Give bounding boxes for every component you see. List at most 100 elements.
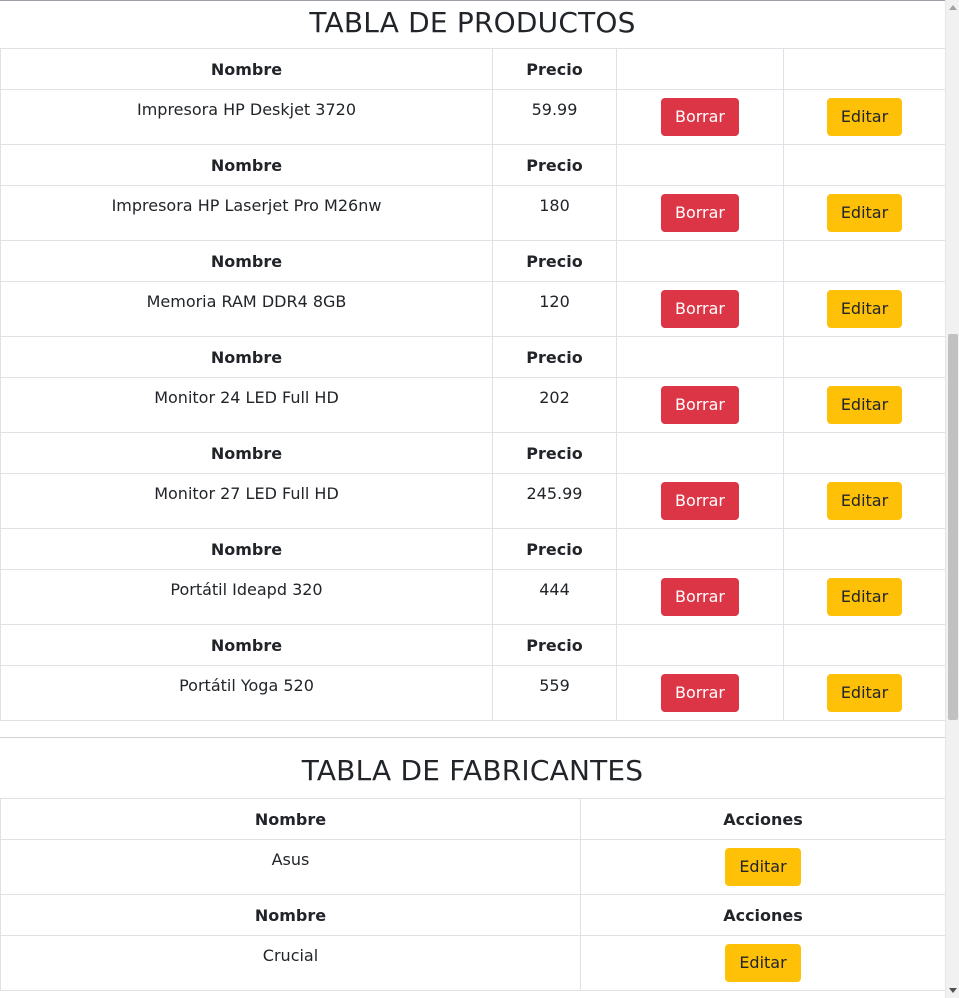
products-header-row: Nombre Precio: [0, 144, 945, 186]
products-table-body: Nombre Precio Impresora HP Deskjet 3720 59.…: [0, 48, 945, 721]
header-nombre: Nombre: [0, 144, 493, 186]
edit-cell: Editar: [783, 89, 945, 145]
header-precio: Precio: [492, 336, 617, 378]
header-empty: [783, 624, 945, 666]
manufacturers-table-title: TABLA DE FABRICANTES: [301, 754, 644, 787]
edit-button[interactable]: Editar: [826, 194, 903, 232]
manufacturers-header-row: Nombre Acciones: [0, 798, 945, 840]
header-precio: Precio: [492, 144, 617, 186]
product-price: 559: [492, 665, 617, 721]
manufacturers-table-body: Nombre Acciones Asus Editar Nombre Acciones Cr…: [0, 798, 945, 991]
product-name: Monitor 27 LED Full HD: [0, 473, 493, 529]
manufacturer-name: Asus: [0, 839, 581, 895]
edit-cell: Editar: [580, 935, 945, 991]
delete-button[interactable]: Borrar: [660, 674, 740, 712]
edit-button[interactable]: Editar: [826, 482, 903, 520]
header-nombre: Nombre: [0, 240, 493, 282]
manufacturer-row: Asus Editar: [0, 839, 945, 895]
header-precio: Precio: [492, 528, 617, 570]
product-price: 245.99: [492, 473, 617, 529]
product-name: Impresora HP Laserjet Pro M26nw: [0, 185, 493, 241]
edit-cell: Editar: [783, 665, 945, 721]
edit-button[interactable]: Editar: [826, 674, 903, 712]
header-precio: Precio: [492, 432, 617, 474]
header-nombre: Nombre: [0, 432, 493, 474]
products-header-row: Nombre Precio: [0, 240, 945, 282]
header-empty: [783, 144, 945, 186]
header-acciones: Acciones: [580, 894, 945, 936]
delete-button[interactable]: Borrar: [660, 290, 740, 328]
product-row: Portátil Yoga 520 559 Borrar Editar: [0, 665, 945, 721]
header-nombre: Nombre: [0, 48, 493, 90]
header-empty: [616, 336, 784, 378]
products-table-title: TABLA DE PRODUCTOS: [309, 6, 636, 39]
delete-button[interactable]: Borrar: [660, 194, 740, 232]
header-acciones: Acciones: [580, 798, 945, 840]
header-empty: [783, 528, 945, 570]
header-empty: [616, 240, 784, 282]
delete-button[interactable]: Borrar: [660, 578, 740, 616]
scroll-down-arrow-icon[interactable]: [949, 988, 957, 993]
product-name: Impresora HP Deskjet 3720: [0, 89, 493, 145]
edit-button[interactable]: Editar: [826, 290, 903, 328]
manufacturers-header-row: Nombre Acciones: [0, 894, 945, 936]
product-row: Impresora HP Laserjet Pro M26nw 180 Borrar…: [0, 185, 945, 241]
product-row: Portátil Ideapd 320 444 Borrar Editar: [0, 569, 945, 625]
product-price: 59.99: [492, 89, 617, 145]
delete-button[interactable]: Borrar: [660, 98, 740, 136]
edit-cell: Editar: [783, 281, 945, 337]
vertical-scrollbar[interactable]: [945, 0, 959, 998]
header-empty: [616, 528, 784, 570]
manufacturer-row: Crucial Editar: [0, 935, 945, 991]
edit-cell: Editar: [783, 569, 945, 625]
delete-cell: Borrar: [616, 473, 784, 529]
header-empty: [783, 336, 945, 378]
header-nombre: Nombre: [0, 798, 581, 840]
edit-button[interactable]: Editar: [725, 944, 801, 982]
product-row: Impresora HP Deskjet 3720 59.99 Borrar Edit…: [0, 89, 945, 145]
header-precio: Precio: [492, 48, 617, 90]
manufacturer-name: Crucial: [0, 935, 581, 991]
manufacturers-table: Nombre Acciones Asus Editar Nombre Acciones Cr…: [0, 798, 945, 991]
edit-button[interactable]: Editar: [826, 578, 903, 616]
edit-cell: Editar: [783, 377, 945, 433]
delete-button[interactable]: Borrar: [660, 482, 740, 520]
product-name: Memoria RAM DDR4 8GB: [0, 281, 493, 337]
product-row: Monitor 27 LED Full HD 245.99 Borrar Editar: [0, 473, 945, 529]
header-precio: Precio: [492, 624, 617, 666]
header-nombre: Nombre: [0, 624, 493, 666]
edit-cell: Editar: [783, 473, 945, 529]
page-viewport: TABLA DE PRODUCTOS Nombre Precio Impresora…: [0, 0, 945, 998]
edit-button[interactable]: Editar: [826, 386, 903, 424]
scroll-up-arrow-icon[interactable]: [949, 5, 957, 10]
product-price: 202: [492, 377, 617, 433]
header-precio: Precio: [492, 240, 617, 282]
delete-cell: Borrar: [616, 665, 784, 721]
product-price: 444: [492, 569, 617, 625]
product-name: Portátil Yoga 520: [0, 665, 493, 721]
edit-button[interactable]: Editar: [826, 98, 903, 136]
header-empty: [616, 624, 784, 666]
products-header-row: Nombre Precio: [0, 528, 945, 570]
delete-cell: Borrar: [616, 377, 784, 433]
products-table: Nombre Precio Impresora HP Deskjet 3720 59.…: [0, 48, 945, 721]
header-empty: [783, 48, 945, 90]
header-empty: [616, 432, 784, 474]
product-name: Monitor 24 LED Full HD: [0, 377, 493, 433]
header-empty: [616, 144, 784, 186]
product-price: 180: [492, 185, 617, 241]
products-header-row: Nombre Precio: [0, 432, 945, 474]
edit-cell: Editar: [580, 839, 945, 895]
edit-cell: Editar: [783, 185, 945, 241]
products-header-row: Nombre Precio: [0, 624, 945, 666]
delete-cell: Borrar: [616, 569, 784, 625]
scrollbar-thumb[interactable]: [948, 334, 958, 720]
header-empty: [783, 432, 945, 474]
product-row: Memoria RAM DDR4 8GB 120 Borrar Editar: [0, 281, 945, 337]
product-row: Monitor 24 LED Full HD 202 Borrar Editar: [0, 377, 945, 433]
edit-button[interactable]: Editar: [725, 848, 801, 886]
products-header-row: Nombre Precio: [0, 336, 945, 378]
header-empty: [783, 240, 945, 282]
delete-button[interactable]: Borrar: [660, 386, 740, 424]
products-header-row: Nombre Precio: [0, 48, 945, 90]
